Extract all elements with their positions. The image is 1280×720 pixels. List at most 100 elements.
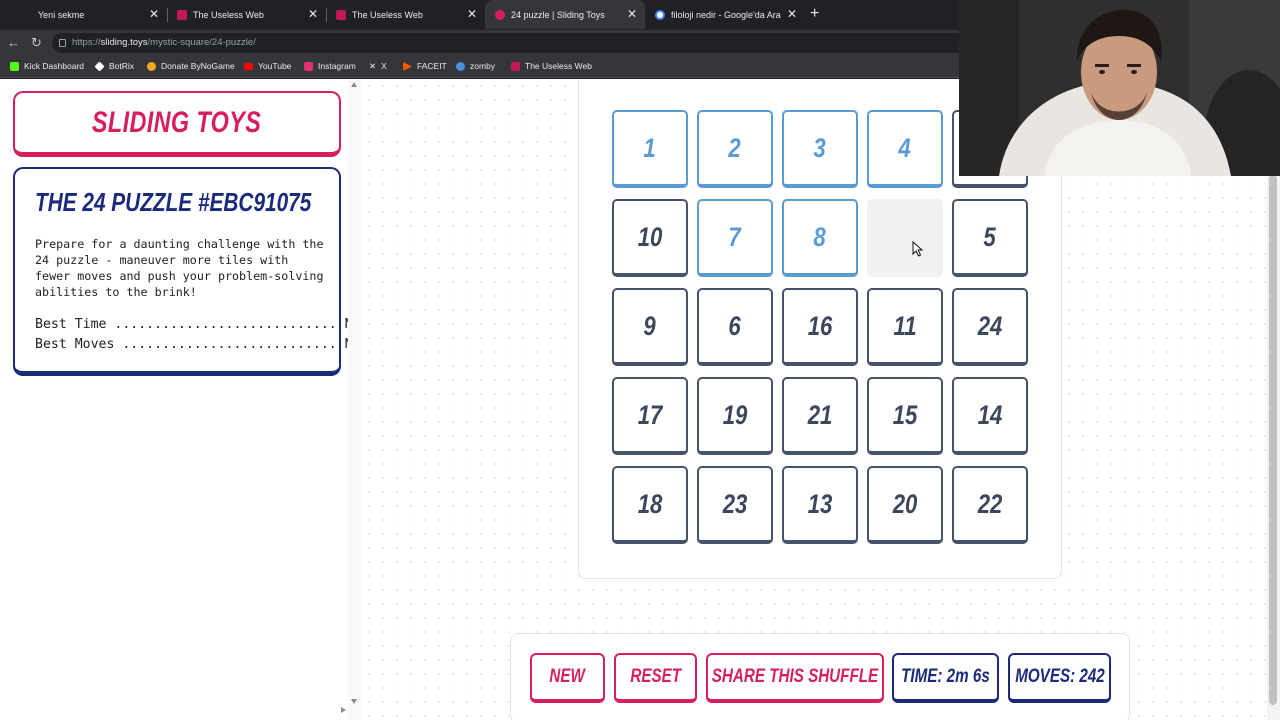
bookmark-zomby[interactable]: zomby <box>456 60 495 73</box>
tab-google-search[interactable]: filoloji nedir - Google'da Ara ✕ <box>645 0 805 29</box>
bookmark-label: Donate ByNoGame <box>161 61 235 71</box>
tile-14[interactable]: 14 <box>952 377 1028 455</box>
bookmark-donate-bynogame[interactable]: Donate ByNoGame <box>147 60 235 73</box>
tile-11[interactable]: 11 <box>867 288 943 366</box>
page-scrollbar-thumb[interactable] <box>1269 175 1277 705</box>
tile-21[interactable]: 21 <box>782 377 858 455</box>
sidebar-scrollbar[interactable] <box>348 79 362 720</box>
scroll-right-arrow-icon[interactable] <box>341 707 346 713</box>
new-puzzle-button[interactable]: NEW <box>530 653 605 703</box>
reset-button[interactable]: RESET <box>614 653 697 703</box>
scroll-up-arrow-icon[interactable] <box>351 82 357 87</box>
puzzle-title: THE 24 PUZZLE #EBC91075 <box>35 187 312 217</box>
tab-new-tab[interactable]: Yeni sekme ✕ <box>8 0 168 29</box>
new-tab-button[interactable]: + <box>810 5 819 23</box>
tab-title: The Useless Web <box>352 9 423 20</box>
faceit-icon <box>403 62 412 71</box>
tile-23[interactable]: 23 <box>697 466 773 544</box>
tab-useless-web-2[interactable]: The Useless Web ✕ <box>326 0 485 29</box>
useless-web-favicon-icon <box>336 9 346 20</box>
tile-3[interactable]: 3 <box>782 110 858 188</box>
tile-number: 1 <box>643 132 657 163</box>
tile-4[interactable]: 4 <box>867 110 943 188</box>
time-label: TIME: 2m 6s <box>901 666 990 687</box>
tab-title: Yeni sekme <box>38 9 85 20</box>
instagram-icon <box>304 62 313 71</box>
tile-number: 3 <box>813 132 827 163</box>
close-icon[interactable]: ✕ <box>467 7 477 21</box>
close-icon[interactable]: ✕ <box>627 7 637 21</box>
webcam-overlay <box>959 0 1280 176</box>
bookmark-useless-web[interactable]: The Useless Web <box>511 60 592 73</box>
close-icon[interactable]: ✕ <box>787 7 797 21</box>
tile-19[interactable]: 19 <box>697 377 773 455</box>
tile-10[interactable]: 10 <box>612 199 688 277</box>
moves-label: MOVES: 242 <box>1014 666 1105 687</box>
close-icon[interactable]: ✕ <box>308 7 318 21</box>
site-logo-card[interactable]: SLIDING TOYS <box>13 91 341 157</box>
tile-6[interactable]: 6 <box>697 288 773 366</box>
tab-useless-web-1[interactable]: The Useless Web ✕ <box>167 0 327 29</box>
tab-title: filoloji nedir - Google'da Ara <box>671 9 781 20</box>
tile-13[interactable]: 13 <box>782 466 858 544</box>
new-label: NEW <box>549 666 586 687</box>
bookmark-faceit[interactable]: FACEIT <box>403 60 447 73</box>
site-info-icon[interactable] <box>59 39 66 47</box>
tile-17[interactable]: 17 <box>612 377 688 455</box>
bookmark-youtube[interactable]: YouTube <box>244 60 291 73</box>
google-favicon-icon <box>655 9 665 20</box>
empty-slot <box>867 199 943 277</box>
bookmark-label: BotRix <box>109 61 135 71</box>
tile-5[interactable]: 5 <box>952 199 1028 277</box>
url-scheme: https:// <box>72 37 101 48</box>
site-logo: SLIDING TOYS <box>92 106 262 139</box>
back-arrow-icon[interactable]: ← <box>7 35 20 51</box>
tile-number: 21 <box>807 399 833 430</box>
bookmark-label: Instagram <box>318 61 356 71</box>
bookmark-label: X <box>381 61 387 71</box>
tile-1[interactable]: 1 <box>612 110 688 188</box>
tile-9[interactable]: 9 <box>612 288 688 366</box>
tile-16[interactable]: 16 <box>782 288 858 366</box>
tile-number: 4 <box>898 132 912 163</box>
bynogame-icon <box>147 62 156 71</box>
tile-15[interactable]: 15 <box>867 377 943 455</box>
sidebar: SLIDING TOYS THE 24 PUZZLE #EBC91075 Pre… <box>0 79 368 720</box>
kick-icon <box>10 62 19 71</box>
tab-title: 24 puzzle | Sliding Toys <box>511 9 605 20</box>
tile-18[interactable]: 18 <box>612 466 688 544</box>
bookmark-label: Kick Dashboard <box>24 61 85 71</box>
tile-20[interactable]: 20 <box>867 466 943 544</box>
tab-24-puzzle[interactable]: 24 puzzle | Sliding Toys ✕ <box>485 0 645 29</box>
bookmark-botrix[interactable]: BotRix <box>94 60 135 73</box>
tile-24[interactable]: 24 <box>952 288 1028 366</box>
address-bar[interactable]: https://sliding.toys/mystic-square/24-pu… <box>52 33 972 53</box>
tile-number: 10 <box>637 221 663 252</box>
bookmark-instagram[interactable]: Instagram <box>304 60 356 73</box>
bookmark-x[interactable]: ✕ X <box>369 60 387 73</box>
tile-22[interactable]: 22 <box>952 466 1028 544</box>
share-shuffle-button[interactable]: SHARE THIS SHUFFLE <box>706 653 884 703</box>
tile-number: 22 <box>977 488 1003 519</box>
tile-number: 8 <box>813 221 827 252</box>
tile-number: 13 <box>807 488 833 519</box>
scroll-down-arrow-icon[interactable] <box>351 699 357 704</box>
tile-7[interactable]: 7 <box>697 199 773 277</box>
reset-label: RESET <box>630 666 681 687</box>
zomby-icon <box>456 62 465 71</box>
bookmark-kick-dashboard[interactable]: Kick Dashboard <box>10 60 84 73</box>
url-path: /mystic-square/24-puzzle/ <box>147 37 256 48</box>
tile-8[interactable]: 8 <box>782 199 858 277</box>
tile-number: 24 <box>977 310 1003 341</box>
useless-web-icon <box>511 62 520 71</box>
close-icon[interactable]: ✕ <box>149 7 159 21</box>
tile-number: 5 <box>983 221 997 252</box>
tile-number: 7 <box>728 221 742 252</box>
puzzle-description: Prepare for a daunting challenge with th… <box>35 237 324 299</box>
moves-counter: MOVES: 242 <box>1008 653 1111 703</box>
best-time-stat: Best Time ............................ N… <box>35 317 369 332</box>
useless-web-favicon-icon <box>177 9 187 20</box>
tile-number: 11 <box>893 310 917 341</box>
tile-2[interactable]: 2 <box>697 110 773 188</box>
reload-icon[interactable]: ↻ <box>31 35 42 51</box>
